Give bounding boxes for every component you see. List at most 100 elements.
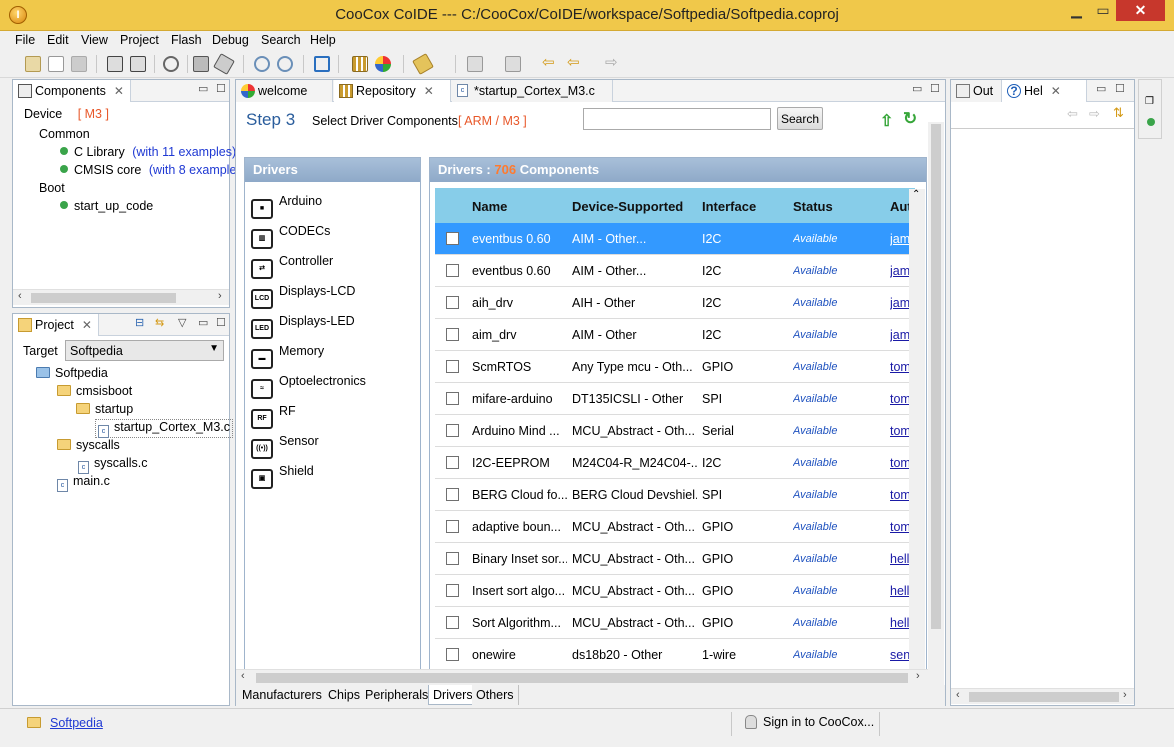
tree-folder-startup[interactable]: startup [76, 402, 133, 416]
row-checkbox[interactable] [446, 456, 459, 469]
minimize-icon[interactable]: ▭ [912, 82, 922, 95]
help-forward-icon[interactable]: ⇨ [1089, 106, 1100, 122]
maximize-icon[interactable]: ☐ [930, 82, 940, 95]
download-icon[interactable] [193, 56, 209, 72]
build-icon[interactable] [107, 56, 123, 72]
menu-project[interactable]: Project [120, 33, 159, 47]
new-file-icon[interactable] [48, 56, 64, 72]
driver-category-shield[interactable]: ▣ Shield [251, 464, 314, 489]
refresh-icon[interactable]: ↻ [903, 109, 917, 129]
table-row[interactable]: Insert sort algo... MCU_Abstract - Oth...… [435, 575, 915, 607]
table-row[interactable]: adaptive boun... MCU_Abstract - Oth... GPI… [435, 511, 915, 543]
tab-startup-file[interactable]: c *startup_Cortex_M3.c [452, 80, 613, 102]
collapse-all-icon[interactable]: ⊟ [135, 316, 144, 329]
scroll-up-icon[interactable]: ⌃ [912, 189, 920, 200]
maximize-icon[interactable]: ☐ [216, 316, 226, 329]
pin-icon[interactable] [412, 53, 434, 75]
target-select[interactable]: Softpedia ▼ [65, 340, 224, 361]
driver-category-arduino[interactable]: ■ Arduino [251, 194, 322, 219]
debug-settings-icon[interactable] [277, 56, 293, 72]
maximize-icon[interactable]: ☐ [1115, 82, 1125, 95]
close-window-button[interactable]: ✕ [1116, 0, 1165, 21]
tree-folder-syscalls[interactable]: syscalls [57, 438, 120, 452]
driver-category-codecs[interactable]: ▥ CODECs [251, 224, 330, 249]
rebuild-icon[interactable] [130, 56, 146, 72]
tab-components[interactable]: Components ✕ [13, 80, 131, 102]
next-annotation-icon[interactable] [467, 56, 483, 72]
tab-peripherals[interactable]: Peripherals [361, 685, 434, 705]
save-icon[interactable] [71, 56, 87, 72]
table-row[interactable]: eventbus 0.60 AIM - Other... I2C Available j… [435, 255, 915, 287]
tab-outline[interactable]: Out [951, 80, 1002, 102]
table-row[interactable]: eventbus 0.60 AIM - Other... I2C Available j… [435, 223, 915, 255]
help-hscroll[interactable]: ‹ › [951, 688, 1134, 704]
menu-file[interactable]: File [15, 33, 35, 47]
table-row[interactable]: mifare-arduino DT135ICSLI - Other SPI Avail… [435, 383, 915, 415]
prev-annotation-icon[interactable] [505, 56, 521, 72]
table-row[interactable]: I2C-EEPROM M24C04-R_M24C04-... I2C Availabl… [435, 447, 915, 479]
tab-welcome[interactable]: welcome [236, 80, 333, 102]
tab-others[interactable]: Others [472, 685, 519, 705]
device-value[interactable]: [ M3 ] [78, 107, 109, 121]
tree-file-startup[interactable]: c startup_Cortex_M3.c [95, 419, 234, 438]
minimize-icon[interactable]: ▭ [198, 316, 208, 329]
upload-icon[interactable]: ⇧ [880, 111, 893, 131]
table-row[interactable]: Sort Algorithm... MCU_Abstract - Oth... GP… [435, 607, 915, 639]
component-c-library[interactable]: C Library (with 11 examples) [60, 145, 236, 159]
tree-folder-cmsisboot[interactable]: cmsisboot [57, 384, 132, 398]
close-icon[interactable]: ✕ [424, 84, 434, 98]
row-checkbox[interactable] [446, 584, 459, 597]
signin-link[interactable]: Sign in to CooCox... [763, 715, 874, 729]
tree-project-softpedia[interactable]: Softpedia [36, 366, 108, 380]
driver-category-rf[interactable]: RF RF [251, 404, 296, 429]
row-checkbox[interactable] [446, 264, 459, 277]
config-icon[interactable] [163, 56, 179, 72]
minimize-icon[interactable]: ▭ [198, 82, 208, 95]
driver-category-memory[interactable]: ▬ Memory [251, 344, 324, 369]
search-button[interactable]: Search [777, 107, 823, 130]
tree-file-main[interactable]: c main.c [57, 474, 110, 492]
tree-file-syscalls[interactable]: c syscalls.c [78, 456, 147, 474]
table-row[interactable]: Arduino Mind ... MCU_Abstract - Oth... Ser… [435, 415, 915, 447]
debug-icon[interactable] [254, 56, 270, 72]
row-checkbox[interactable] [446, 296, 459, 309]
help-back-icon[interactable]: ⇦ [1067, 106, 1078, 122]
maximize-icon[interactable]: ☐ [216, 82, 226, 95]
menu-view[interactable]: View [81, 33, 108, 47]
menu-help[interactable]: Help [310, 33, 336, 47]
restore-icon[interactable]: ❐ [1145, 96, 1154, 107]
repository-icon[interactable] [352, 56, 368, 72]
repository-vscroll[interactable] [928, 122, 944, 685]
examples-link[interactable]: (with 8 examples) [149, 163, 247, 177]
menu-edit[interactable]: Edit [47, 33, 69, 47]
table-row[interactable]: onewire ds18b20 - Other 1-wire Available sen… [435, 639, 915, 671]
help-sync-icon[interactable]: ⇅ [1113, 105, 1124, 121]
column-name[interactable]: Name [472, 199, 507, 214]
row-checkbox[interactable] [446, 488, 459, 501]
row-checkbox[interactable] [446, 424, 459, 437]
components-vscroll[interactable]: ⌃ ⌄ [909, 189, 925, 684]
tab-manufacturers[interactable]: Manufacturers [238, 685, 327, 705]
table-row[interactable]: ScmRTOS Any Type mcu - Oth... GPIO Availabl… [435, 351, 915, 383]
forward-icon[interactable]: ⇨ [605, 55, 621, 72]
row-checkbox[interactable] [446, 648, 459, 661]
menu-debug[interactable]: Debug [212, 33, 249, 47]
row-checkbox[interactable] [446, 552, 459, 565]
view-menu-icon[interactable]: ▽ [178, 316, 186, 329]
tab-repository[interactable]: Repository ✕ [334, 80, 451, 102]
close-icon[interactable]: ✕ [114, 84, 124, 98]
row-checkbox[interactable] [446, 520, 459, 533]
last-edit-icon[interactable]: ⇦ [542, 55, 558, 72]
back-icon[interactable]: ⇦ [567, 55, 583, 72]
table-row[interactable]: Binary Inset sor... MCU_Abstract - Oth...… [435, 543, 915, 575]
row-checkbox[interactable] [446, 328, 459, 341]
menu-search[interactable]: Search [261, 33, 301, 47]
components-icon[interactable] [375, 56, 391, 72]
new-project-icon[interactable] [25, 56, 41, 72]
table-row[interactable]: BERG Cloud fo... BERG Cloud Devshiel... SP… [435, 479, 915, 511]
row-checkbox[interactable] [446, 392, 459, 405]
repository-hscroll[interactable]: ‹ › [236, 669, 928, 685]
row-checkbox[interactable] [446, 360, 459, 373]
driver-category-optoelectronics[interactable]: ≈ Optoelectronics [251, 374, 366, 399]
minimize-icon[interactable]: ▭ [1096, 82, 1106, 95]
